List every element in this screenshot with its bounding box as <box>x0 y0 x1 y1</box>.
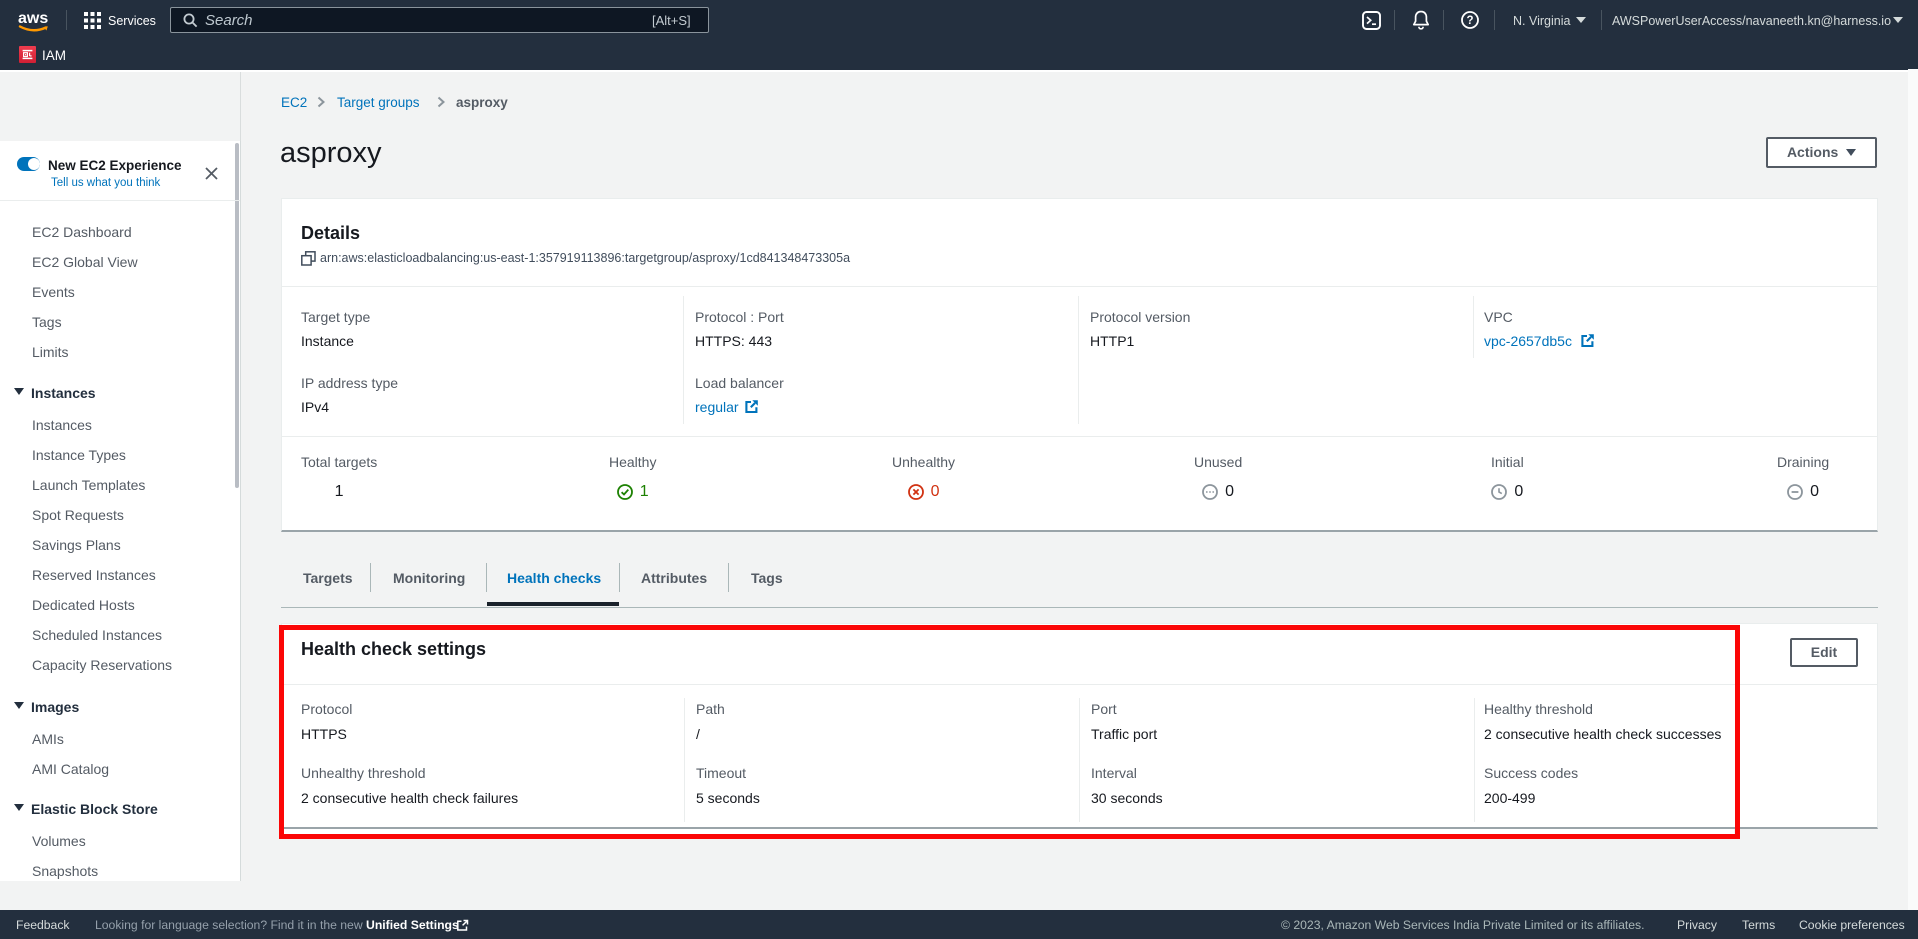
svg-text:?: ? <box>1466 15 1473 27</box>
svg-text:aws: aws <box>18 10 48 27</box>
